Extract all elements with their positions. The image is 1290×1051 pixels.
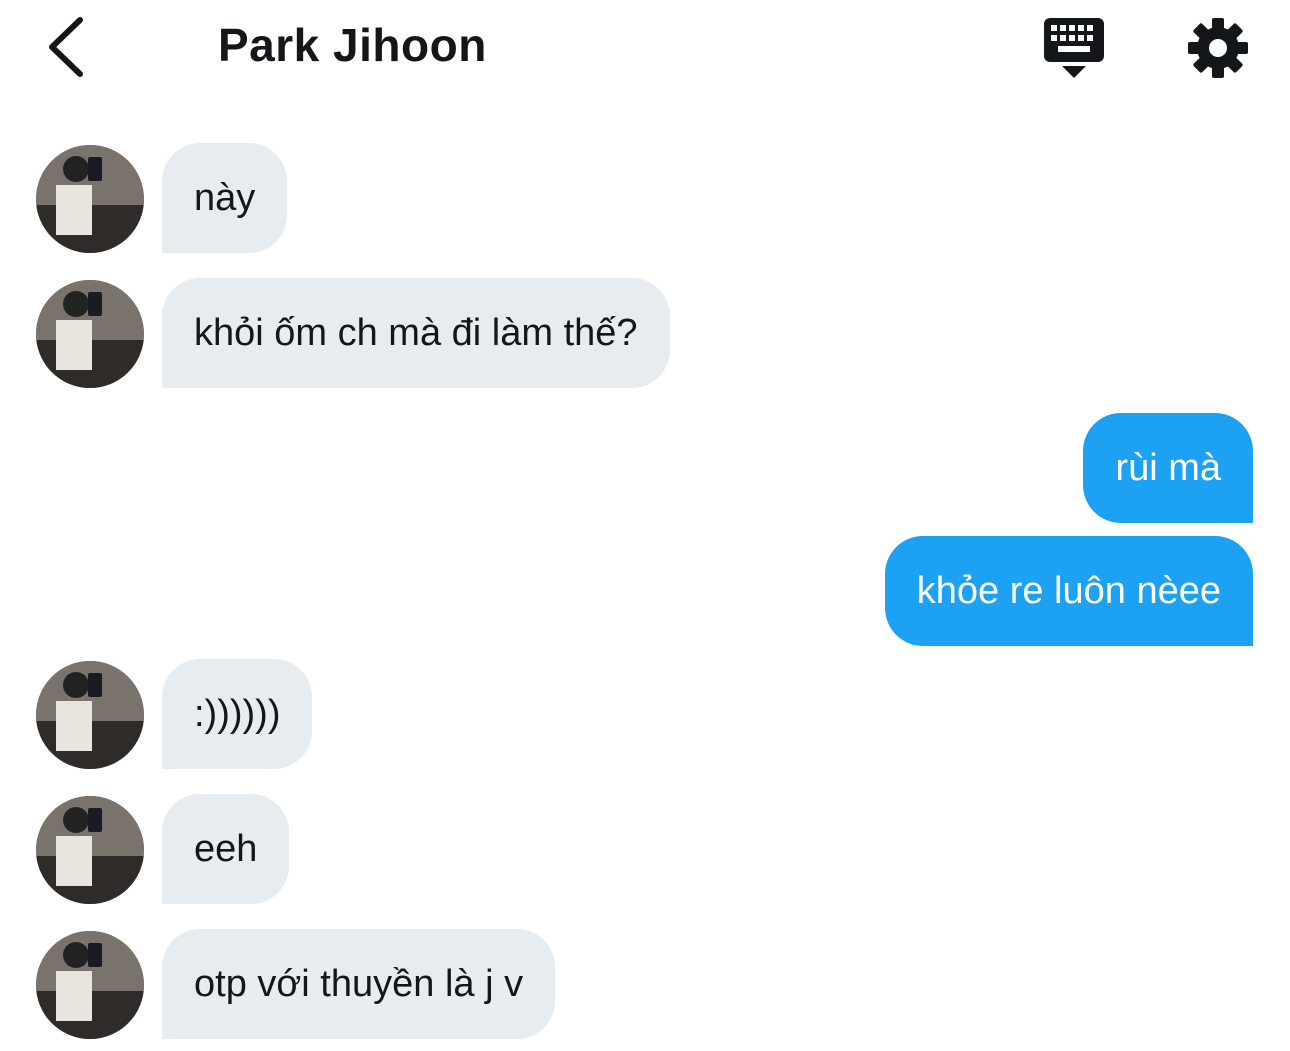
message-row-incoming: :)))))) — [0, 659, 1290, 769]
message-row-incoming: khỏi ốm ch mà đi làm thế? — [0, 278, 1290, 388]
message-row-incoming: này — [0, 143, 1290, 253]
keyboard-hide-icon — [1044, 18, 1104, 78]
avatar-photo — [36, 931, 144, 1039]
message-bubble-outgoing[interactable]: khỏe re luôn nèee — [884, 536, 1253, 646]
message-bubble-incoming[interactable]: otp với thuyền là j v — [162, 929, 556, 1039]
settings-button[interactable] — [1186, 16, 1250, 80]
avatar-photo — [36, 280, 144, 388]
message-bubble-incoming[interactable]: eeh — [162, 794, 290, 904]
avatar-photo — [36, 661, 144, 769]
chevron-left-icon — [49, 17, 83, 77]
avatar[interactable] — [36, 796, 144, 904]
message-bubble-incoming[interactable]: :)))))) — [162, 659, 313, 769]
message-row-outgoing: khỏe re luôn nèee — [0, 536, 1290, 646]
message-row-incoming: otp với thuyền là j v — [0, 929, 1290, 1039]
message-bubble-incoming[interactable]: này — [162, 143, 288, 253]
avatar-photo — [36, 796, 144, 904]
avatar[interactable] — [36, 931, 144, 1039]
conversation-header: Park Jihoon — [0, 0, 1290, 100]
message-row-incoming: eeh — [0, 794, 1290, 904]
back-button[interactable] — [38, 12, 98, 82]
message-bubble-incoming[interactable]: khỏi ốm ch mà đi làm thế? — [162, 278, 670, 388]
conversation-title[interactable]: Park Jihoon — [218, 18, 487, 72]
gear-icon — [1188, 18, 1248, 78]
avatar[interactable] — [36, 280, 144, 388]
message-bubble-outgoing[interactable]: rùi mà — [1083, 413, 1253, 523]
avatar[interactable] — [36, 145, 144, 253]
message-row-outgoing: rùi mà — [0, 413, 1290, 523]
keyboard-toggle-button[interactable] — [1040, 16, 1108, 82]
avatar[interactable] — [36, 661, 144, 769]
avatar-photo — [36, 145, 144, 253]
